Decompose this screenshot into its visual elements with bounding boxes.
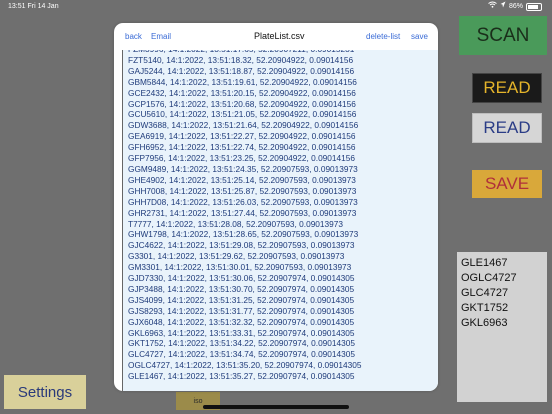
plate-list-item: GLE1467 [461, 257, 508, 269]
status-time-date: 13:51 Fri 14 Jan [8, 3, 59, 10]
csv-line: GFH6952, 14:1:2022, 13:51:22.74, 52.2090… [128, 142, 356, 153]
csv-line: GCE2432, 14:1:2022, 13:51:20.15, 52.2090… [128, 87, 356, 98]
plate-list-item: OGLC4727 [461, 272, 517, 284]
read-button[interactable]: READ [472, 73, 542, 103]
battery-icon [526, 3, 542, 11]
csv-line: FZT5140, 14:1:2022, 13:51:18.32, 52.2090… [128, 54, 354, 65]
csv-line: GCP1576, 14:1:2022, 13:51:20.68, 52.2090… [128, 98, 356, 109]
location-icon [500, 0, 506, 14]
battery-percent: 86% [508, 3, 523, 10]
csv-line: GHH7D08, 14:1:2022, 13:51:26.03, 52.2090… [128, 196, 358, 207]
csv-line: GKL6963, 14:1:2022, 13:51:33.31, 52.2090… [128, 327, 355, 338]
status-bar: 13:51 Fri 14 Jan 86% [0, 0, 552, 14]
csv-line: GJD7330, 14:1:2022, 13:51:30.06, 52.2090… [128, 273, 355, 284]
csv-line: GLE1467, 14:1:2022, 13:51:35.27, 52.2090… [128, 371, 355, 382]
csv-line: GJS8293, 14:1:2022, 13:51:31.77, 52.2090… [128, 305, 355, 316]
status-right: 86% [488, 0, 542, 14]
scroll-indicator[interactable] [122, 50, 123, 391]
delete-list-button[interactable]: delete-list [366, 32, 400, 41]
battery-fill [528, 5, 539, 9]
settings-button[interactable]: Settings [4, 375, 86, 409]
scan-button[interactable]: SCAN [459, 16, 547, 55]
plate-list-item: GKL6963 [461, 317, 508, 329]
csv-line: GM3301, 14:1:2022, 13:51:30.01, 52.20907… [128, 262, 352, 273]
csv-line: GHW1798, 14:1:2022, 13:51:28.65, 52.2090… [128, 229, 359, 240]
csv-line: GJX6048, 14:1:2022, 13:51:32.32, 52.2090… [128, 316, 355, 327]
csv-line: GJP3488, 14:1:2022, 13:51:30.70, 52.2090… [128, 283, 355, 294]
csv-line: GJC4622, 14:1:2022, 13:51:29.08, 52.2090… [128, 240, 355, 251]
save-button[interactable]: SAVE [472, 170, 542, 198]
csv-line: GKT1752, 14:1:2022, 13:51:34.22, 52.2090… [128, 338, 355, 349]
csv-line: GEA6919, 14:1:2022, 13:51:22.27, 52.2090… [128, 131, 356, 142]
csv-line: T7777, 14:1:2022, 13:51:28.08, 52.209075… [128, 218, 343, 229]
csv-lines: FZM3996, 14:1:2022, 13:51:17.65, 52.2090… [128, 50, 361, 382]
csv-line: GHE4902, 14:1:2022, 13:51:25.14, 52.2090… [128, 174, 356, 185]
csv-line: OGLC4727, 14:1:2022, 13:51:35.20, 52.209… [128, 360, 362, 371]
plate-list-item: GLC4727 [461, 287, 509, 299]
csv-line: G3301, 14:1:2022, 13:51:29.62, 52.209075… [128, 251, 345, 262]
email-button[interactable]: Email [151, 32, 171, 41]
csv-line: GHH7008, 14:1:2022, 13:51:25.87, 52.2090… [128, 185, 357, 196]
csv-modal: back Email PlateList.csv delete-list sav… [114, 23, 438, 391]
plate-list-item: GKT1752 [461, 302, 509, 314]
modal-title: PlateList.csv [254, 31, 305, 41]
csv-line: GLC4727, 14:1:2022, 13:51:34.74, 52.2090… [128, 349, 355, 360]
plate-list[interactable]: GLE1467 OGLC4727 GLC4727 GKT1752 GKL6963 [457, 252, 547, 402]
csv-text-area[interactable]: FZM3996, 14:1:2022, 13:51:17.65, 52.2090… [122, 50, 438, 391]
csv-line: GDW3688, 14:1:2022, 13:51:21.64, 52.2090… [128, 120, 359, 131]
modal-save-button[interactable]: save [411, 32, 428, 41]
csv-line: GGM9489, 14:1:2022, 13:51:24.35, 52.2090… [128, 163, 358, 174]
csv-line: GAJ5244, 14:1:2022, 13:51:18.87, 52.2090… [128, 65, 355, 76]
modal-header: back Email PlateList.csv delete-list sav… [114, 23, 438, 49]
csv-line: GFP7956, 14:1:2022, 13:51:23.25, 52.2090… [128, 153, 355, 164]
csv-line: GBM5844, 14:1:2022, 13:51:19.61, 52.2090… [128, 76, 357, 87]
read-secondary-button[interactable]: READ [472, 113, 542, 143]
csv-line: GJS4099, 14:1:2022, 13:51:31.25, 52.2090… [128, 294, 355, 305]
home-indicator[interactable] [203, 405, 349, 409]
csv-line: GHR2731, 14:1:2022, 13:51:27.44, 52.2090… [128, 207, 357, 218]
csv-line: GCU5610, 14:1:2022, 13:51:21.05, 52.2090… [128, 109, 357, 120]
wifi-icon [488, 0, 497, 14]
back-button[interactable]: back [125, 32, 142, 41]
